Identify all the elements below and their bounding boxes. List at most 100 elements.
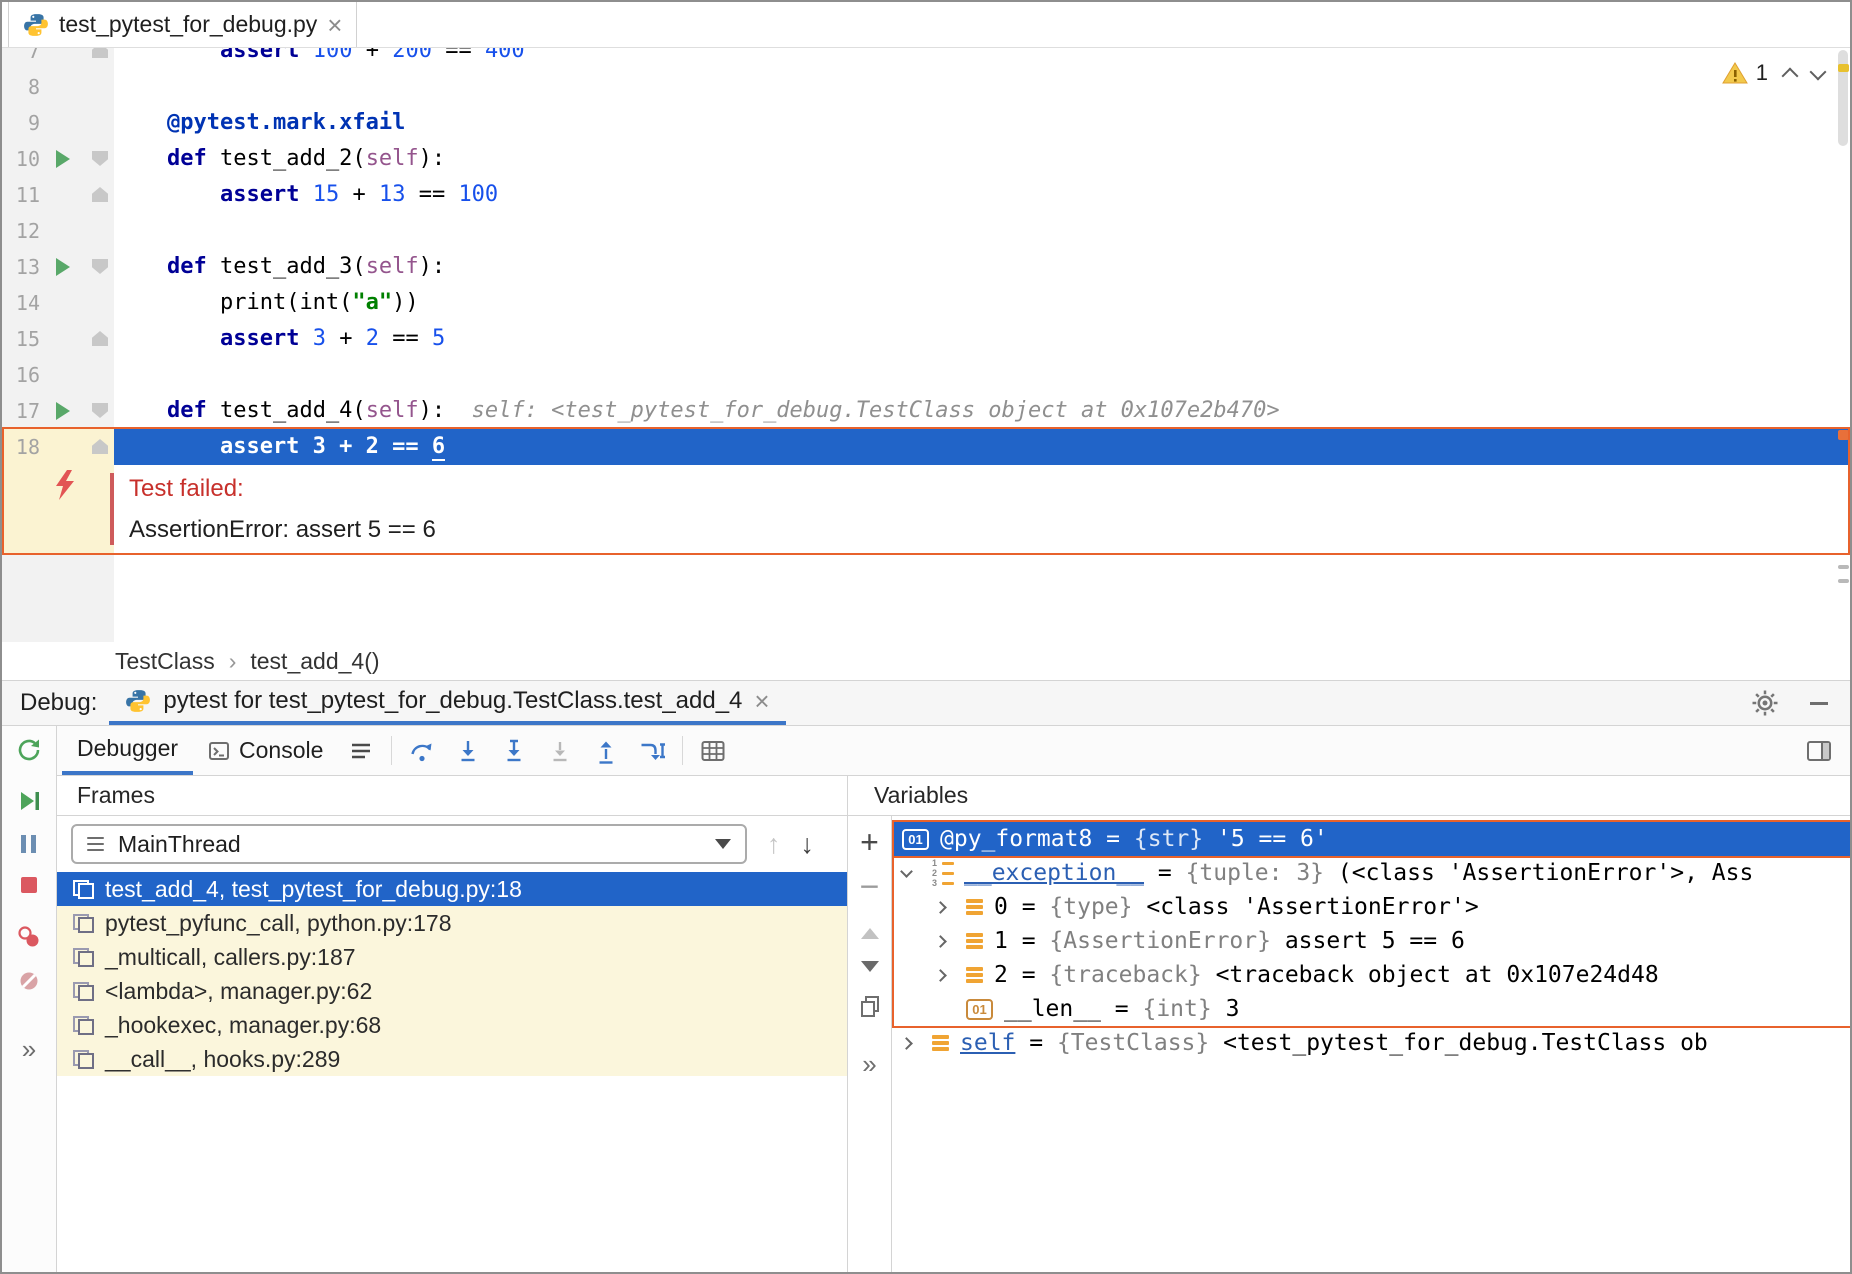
- resume-icon[interactable]: [16, 788, 42, 814]
- warning-stripe-mark[interactable]: [1838, 64, 1849, 72]
- mute-breakpoints-icon[interactable]: [16, 968, 42, 994]
- line-number[interactable]: 17: [2, 393, 40, 429]
- step-over-icon[interactable]: [399, 726, 445, 775]
- show-execution-point-icon[interactable]: [338, 726, 384, 775]
- previous-frame-icon[interactable]: ↑: [767, 831, 781, 858]
- frame-row[interactable]: _multicall, callers.py:187: [57, 940, 847, 974]
- variable-row[interactable]: 0 = {type} <class 'AssertionError'>: [892, 890, 1850, 924]
- fold-marker-icon[interactable]: [92, 259, 108, 274]
- line-number[interactable]: 13: [2, 249, 40, 285]
- variable-row[interactable]: self = {TestClass} <test_pytest_for_debu…: [892, 1026, 1850, 1060]
- fold-marker-icon[interactable]: [92, 439, 108, 454]
- tab-debugger[interactable]: Debugger: [62, 726, 193, 775]
- line-number[interactable]: 12: [2, 213, 40, 249]
- expand-chevron-icon[interactable]: [936, 971, 966, 980]
- expand-chevron-icon[interactable]: [902, 1039, 932, 1048]
- next-warning-icon[interactable]: [1810, 64, 1827, 81]
- line-number[interactable]: 9: [2, 105, 40, 141]
- rerun-icon[interactable]: [15, 736, 43, 764]
- layout-settings-icon[interactable]: [1806, 726, 1850, 775]
- smart-step-into-icon[interactable]: [537, 726, 583, 775]
- code-line-8[interactable]: 8: [2, 69, 1850, 105]
- test-error-bolt-icon[interactable]: [52, 469, 78, 501]
- hide-toolwindow-icon[interactable]: [1810, 702, 1828, 705]
- move-down-icon[interactable]: [861, 961, 879, 972]
- frame-row[interactable]: test_add_4, test_pytest_for_debug.py:18: [57, 872, 847, 906]
- line-number[interactable]: 14: [2, 285, 40, 321]
- line-number[interactable]: 18: [2, 429, 40, 465]
- run-test-icon[interactable]: [56, 258, 70, 276]
- stop-icon[interactable]: [18, 874, 40, 896]
- inspection-widget[interactable]: 1: [1722, 60, 1824, 86]
- line-number[interactable]: 15: [2, 321, 40, 357]
- code-line-14[interactable]: 14 print(int("a")): [2, 285, 1850, 321]
- pause-icon[interactable]: [17, 832, 41, 856]
- expand-chevron-icon[interactable]: [902, 871, 932, 876]
- code-line-10[interactable]: 10 def test_add_2(self):: [2, 141, 1850, 177]
- run-test-icon[interactable]: [56, 402, 70, 420]
- code-editor[interactable]: 7 assert 100 + 200 == 40089 @pytest.mark…: [2, 48, 1850, 642]
- close-tab-icon[interactable]: ×: [327, 12, 342, 38]
- breadcrumb-method[interactable]: test_add_4(): [250, 648, 379, 675]
- move-up-icon[interactable]: [861, 928, 879, 939]
- duplicate-icon[interactable]: [858, 994, 882, 1025]
- view-breakpoints-icon[interactable]: [16, 924, 42, 950]
- breadcrumb-class[interactable]: TestClass: [115, 648, 215, 675]
- editor-scrollbar[interactable]: [1836, 48, 1850, 642]
- fold-marker-icon[interactable]: [92, 48, 108, 58]
- frame-label: _hookexec, manager.py:68: [105, 1012, 381, 1039]
- frame-row[interactable]: __call__, hooks.py:289: [57, 1042, 847, 1076]
- frame-row[interactable]: <lambda>, manager.py:62: [57, 974, 847, 1008]
- stripe-mark[interactable]: [1838, 579, 1849, 583]
- code-text: assert 3 + 2 == 5: [114, 321, 445, 357]
- variable-row[interactable]: 1 = {AssertionError} assert 5 == 6: [892, 924, 1850, 958]
- fold-marker-icon[interactable]: [92, 331, 108, 346]
- code-line-17[interactable]: 17 def test_add_4(self): self: <test_pyt…: [2, 393, 1850, 429]
- fold-marker-icon[interactable]: [92, 187, 108, 202]
- line-number[interactable]: 7: [2, 48, 40, 69]
- editor-tab[interactable]: test_pytest_for_debug.py ×: [8, 2, 357, 47]
- step-out-icon[interactable]: [583, 726, 629, 775]
- variable-row[interactable]: 01__len__ = {int} 3: [892, 992, 1850, 1026]
- settings-gear-icon[interactable]: [1750, 688, 1780, 718]
- more-watches-icon[interactable]: »: [862, 1051, 876, 1077]
- fold-marker-icon[interactable]: [92, 151, 108, 166]
- frame-row[interactable]: pytest_pyfunc_call, python.py:178: [57, 906, 847, 940]
- debug-session-tab[interactable]: pytest for test_pytest_for_debug.TestCla…: [109, 681, 785, 725]
- more-actions-icon[interactable]: »: [22, 1036, 36, 1062]
- remove-watch-icon[interactable]: −: [860, 870, 880, 904]
- tab-console[interactable]: Console: [193, 726, 338, 775]
- code-line-13[interactable]: 13 def test_add_3(self):: [2, 249, 1850, 285]
- line-number[interactable]: 11: [2, 177, 40, 213]
- variable-row[interactable]: 2 = {traceback} <traceback object at 0x1…: [892, 958, 1850, 992]
- add-watch-icon[interactable]: +: [860, 826, 879, 858]
- thread-selector[interactable]: MainThread: [71, 824, 747, 864]
- expand-chevron-icon[interactable]: [936, 903, 966, 912]
- line-number[interactable]: 8: [2, 69, 40, 105]
- run-test-icon[interactable]: [56, 150, 70, 168]
- variable-row[interactable]: 123__exception__ = {tuple: 3} (<class 'A…: [892, 856, 1850, 890]
- line-number[interactable]: 10: [2, 141, 40, 177]
- error-stripe-mark[interactable]: [1838, 430, 1849, 440]
- code-line-7[interactable]: 7 assert 100 + 200 == 400: [2, 48, 1850, 69]
- code-line-15[interactable]: 15 assert 3 + 2 == 5: [2, 321, 1850, 357]
- next-frame-icon[interactable]: ↓: [801, 831, 815, 858]
- variable-row[interactable]: 01@py_format8 = {str} '5 == 6': [892, 822, 1850, 856]
- code-line-18[interactable]: 18 assert 3 + 2 == 6: [2, 429, 1850, 465]
- run-to-cursor-icon[interactable]: [629, 726, 675, 775]
- stripe-mark[interactable]: [1838, 565, 1849, 569]
- prev-warning-icon[interactable]: [1782, 68, 1799, 85]
- code-line-11[interactable]: 11 assert 15 + 13 == 100: [2, 177, 1850, 213]
- view-as-table-icon[interactable]: [690, 726, 736, 775]
- variable-name: self: [960, 1030, 1015, 1056]
- fold-marker-icon[interactable]: [92, 403, 108, 418]
- step-into-icon[interactable]: [445, 726, 491, 775]
- frame-row[interactable]: _hookexec, manager.py:68: [57, 1008, 847, 1042]
- code-line-16[interactable]: 16: [2, 357, 1850, 393]
- code-line-12[interactable]: 12: [2, 213, 1850, 249]
- expand-chevron-icon[interactable]: [936, 937, 966, 946]
- code-line-9[interactable]: 9 @pytest.mark.xfail: [2, 105, 1850, 141]
- force-step-into-icon[interactable]: [491, 726, 537, 775]
- line-number[interactable]: 16: [2, 357, 40, 393]
- close-session-icon[interactable]: ×: [754, 688, 769, 714]
